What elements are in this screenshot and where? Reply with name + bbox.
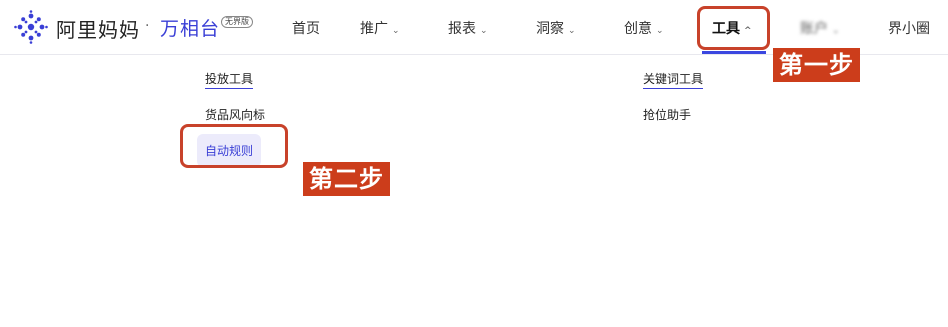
brand-name[interactable]: 阿里妈妈 (56, 14, 140, 43)
nav-item-label: 首页 (292, 21, 320, 37)
nav-item-reports[interactable]: 报表 ⌄ (448, 18, 488, 38)
chevron-down-icon: ⌄ (568, 26, 576, 36)
menu-item-product-trends[interactable]: 货品风向标 (205, 106, 265, 123)
product-edition-badge: 无界版 (221, 16, 253, 28)
nav-item-label: 报表 (448, 21, 476, 37)
chevron-down-icon: ⌄ (392, 26, 400, 36)
nav-item-label: 推广 (360, 21, 388, 37)
nav-item-creative[interactable]: 创意 ⌄ (624, 18, 664, 38)
nav-item-community[interactable]: 界小圈 (888, 18, 930, 38)
step1-highlight-box (697, 6, 770, 50)
nav-item-account[interactable]: 账户 ⌄ (800, 18, 840, 38)
menu-section-keyword-tools[interactable]: 关键词工具 (643, 70, 704, 89)
active-tab-indicator (702, 51, 766, 54)
menu-item-bid-position-assistant[interactable]: 抢位助手 (643, 106, 691, 123)
product-name[interactable]: 万相台 (160, 14, 220, 41)
chevron-down-icon: ⌄ (832, 26, 840, 36)
nav-item-insights[interactable]: 洞察 ⌄ (536, 18, 576, 38)
step2-label: 第二步 (303, 162, 390, 196)
step1-label: 第一步 (773, 48, 860, 82)
nav-item-label: 账户 (800, 21, 828, 37)
chevron-down-icon: ⌄ (656, 26, 664, 36)
nav-item-label: 创意 (624, 21, 652, 37)
step2-highlight-box (180, 124, 288, 168)
chevron-down-icon: ⌄ (480, 26, 488, 36)
menu-section-ad-tools[interactable]: 投放工具 (205, 70, 254, 89)
brand-separator: · (145, 18, 150, 34)
nav-item-label: 界小圈 (888, 21, 930, 37)
nav-item-label: 洞察 (536, 21, 564, 37)
top-navigation-bar: 阿里妈妈 · 万相台 无界版 首页 推广 ⌄ 报表 ⌄ 洞察 ⌄ 创意 ⌄ 工具 ^ 账户… (0, 0, 948, 55)
alimama-logo-icon (14, 10, 48, 44)
nav-item-home[interactable]: 首页 (292, 18, 320, 38)
nav-item-promotion[interactable]: 推广 ⌄ (360, 18, 400, 38)
